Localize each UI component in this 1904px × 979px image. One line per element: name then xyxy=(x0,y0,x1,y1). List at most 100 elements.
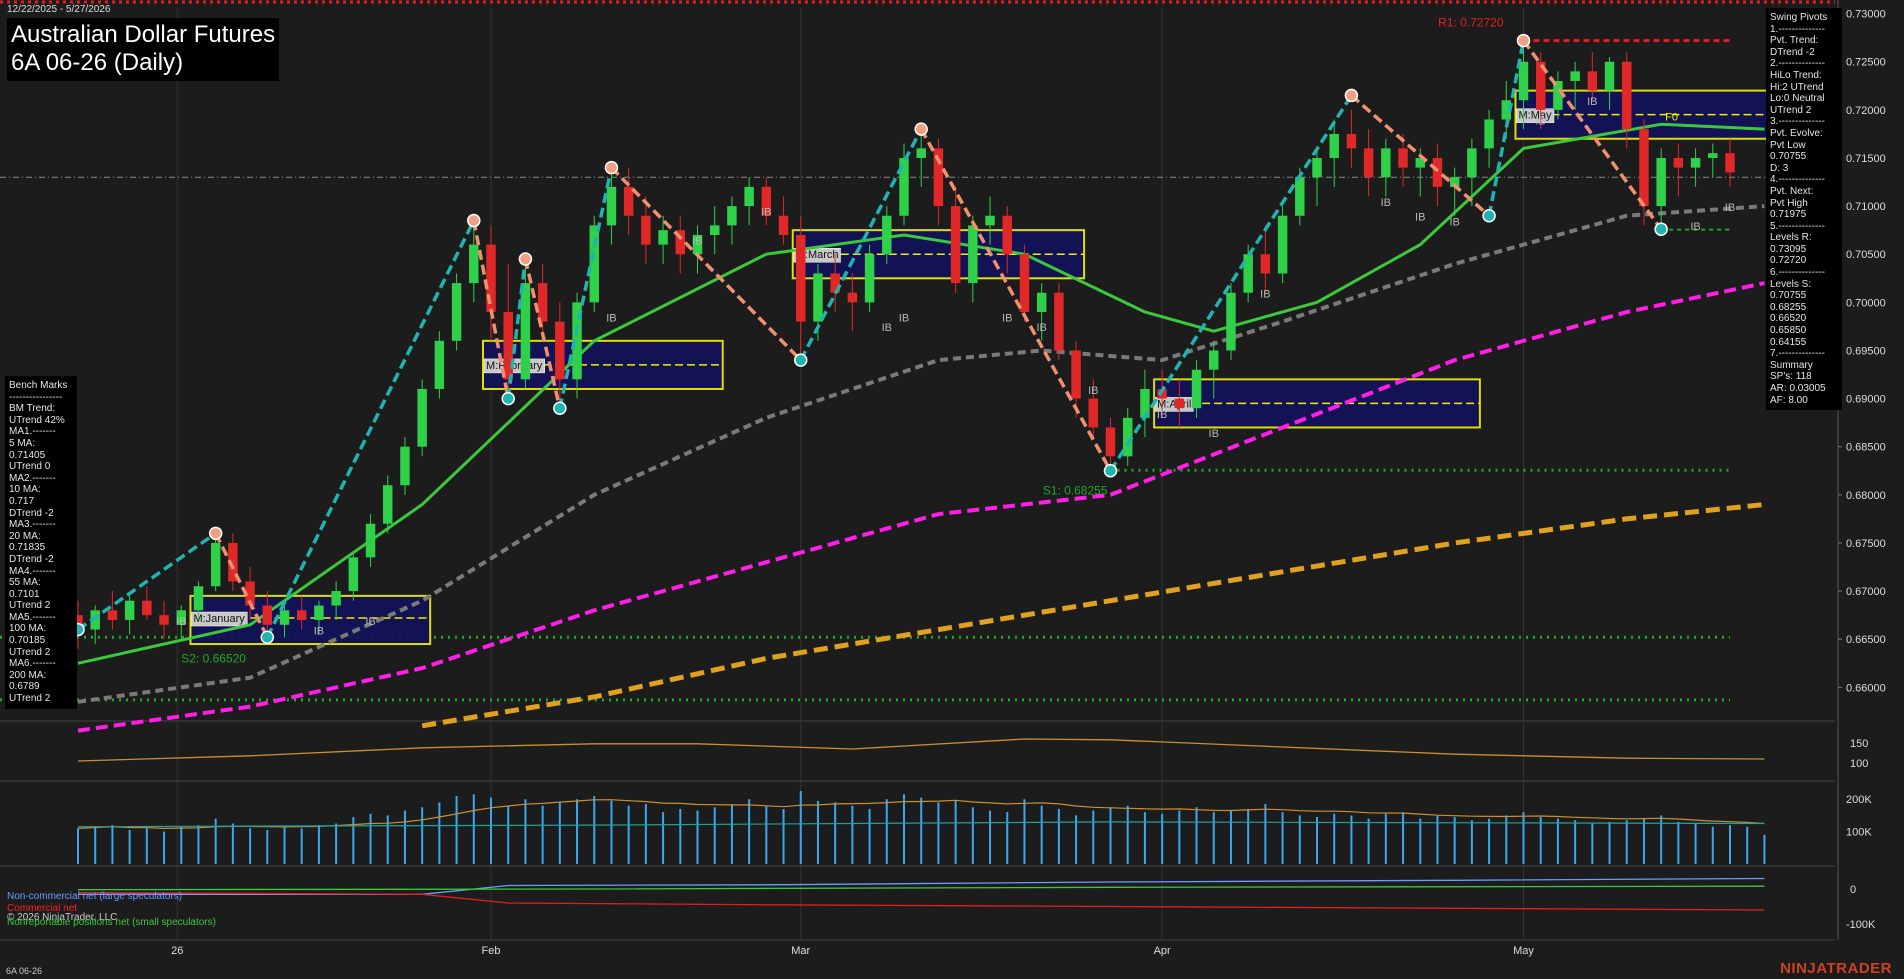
candle-body xyxy=(331,591,341,606)
panel-line: Pvt. Trend: xyxy=(1770,35,1819,47)
ib-label: IB xyxy=(314,625,324,637)
swing-pivot-marker xyxy=(1654,222,1668,236)
volume-tick-label: 100K xyxy=(1846,827,1872,839)
candle-body xyxy=(1191,369,1202,409)
candle-body xyxy=(606,186,617,226)
x-tick-label: May xyxy=(1513,945,1534,957)
price-tick-label: 0.71000 xyxy=(1846,201,1886,213)
ib-label: IB xyxy=(1690,221,1700,233)
candle-body xyxy=(1570,71,1580,81)
swing-pivot-marker xyxy=(1103,464,1118,478)
price-tick-label: 0.70000 xyxy=(1846,297,1886,309)
panel-line: MA2.------- xyxy=(9,472,56,484)
candle-body xyxy=(1312,157,1322,178)
bench-marks-panel: Bench Marks ---------------- BM Trend: UTre… xyxy=(5,376,77,709)
candle-body xyxy=(1484,119,1494,149)
price-tick-label: 0.68000 xyxy=(1846,490,1886,502)
candle-body xyxy=(641,215,651,245)
chart-canvas[interactable]: 26 Feb Mar Apr May 0.66000 0.66500 0.67000 0.675… xyxy=(0,0,1904,979)
x-tick-label: Apr xyxy=(1154,945,1171,957)
candle-body xyxy=(864,254,875,303)
candle-body xyxy=(1277,215,1288,274)
swing-pivot-marker xyxy=(501,391,515,406)
ib-label: IB xyxy=(176,616,186,628)
date-range: 12/22/2025 - 5/27/2026 xyxy=(7,4,111,15)
candle-body xyxy=(296,610,307,620)
panel-line: UTrend 2 xyxy=(9,600,51,612)
candle-body xyxy=(1622,61,1632,130)
panel-line: 0.7101 xyxy=(9,588,40,600)
s1-label: S1: 0.68255 xyxy=(1043,483,1108,497)
candle-body xyxy=(1518,61,1529,101)
ib-label: IB xyxy=(692,236,702,248)
panel-line: 0.70185 xyxy=(9,635,46,647)
cot-tick-label: -100K xyxy=(1846,919,1876,931)
candle-body xyxy=(1260,254,1271,274)
candle-body xyxy=(847,292,858,303)
ib-label: IB xyxy=(761,207,771,219)
candle-body xyxy=(950,206,961,284)
month-label: M:January xyxy=(193,613,245,625)
candle-body xyxy=(916,148,926,158)
panel-line: D: 3 xyxy=(1770,162,1789,174)
panel-line: Levels S: xyxy=(1770,278,1812,290)
candle-body xyxy=(1381,148,1391,178)
price-tick-label: 0.69000 xyxy=(1846,394,1886,406)
panel-line: Pvt. Evolve: xyxy=(1770,127,1823,139)
candle-body xyxy=(709,225,720,235)
candle-body xyxy=(1054,292,1064,351)
candle-body xyxy=(434,340,445,389)
panel-line: 0.71405 xyxy=(9,449,46,461)
price-tick-label: 0.66000 xyxy=(1846,682,1886,694)
panel-line: 5.-------------- xyxy=(1770,220,1825,232)
candle-body xyxy=(348,557,359,592)
cot-tick-label: 0 xyxy=(1850,884,1856,896)
panel-line: 20 MA: xyxy=(9,530,41,542)
panel-line: UTrend 42% xyxy=(9,414,65,426)
swing-pivot-marker xyxy=(553,401,567,415)
candle-body xyxy=(1209,350,1219,370)
candle-body xyxy=(520,283,531,380)
price-tick-label: 0.72500 xyxy=(1846,57,1886,69)
panel-line: 1.-------------- xyxy=(1770,23,1825,35)
ib-label: IB xyxy=(1536,115,1546,127)
price-tick-label: 0.68500 xyxy=(1846,442,1886,454)
panel-line: MA4.------- xyxy=(9,565,56,577)
candle-body xyxy=(1639,129,1649,207)
panel-line: MA3.------- xyxy=(9,519,56,531)
panel-line: Levels R: xyxy=(1770,232,1812,244)
ib-label: IB xyxy=(1449,216,1459,228)
legend-noncommercial: Non-commercial net (large speculators) xyxy=(7,891,183,902)
candle-body xyxy=(383,485,393,524)
swing-pivot-marker xyxy=(794,353,808,367)
candle-body xyxy=(1329,133,1339,158)
panel-line: MA1.------- xyxy=(9,426,56,438)
candle-body xyxy=(1002,215,1012,255)
price-tick-label: 0.72000 xyxy=(1846,105,1886,117)
ib-label: IB xyxy=(1209,428,1219,440)
legend-nonreportable: Nonreportable positions net (small specu… xyxy=(7,917,216,928)
candle-body xyxy=(1226,292,1236,351)
panel-line: 0.65850 xyxy=(1770,325,1807,337)
ib-label: IB xyxy=(1725,202,1735,214)
candle-body xyxy=(1071,350,1081,399)
candle-body xyxy=(744,186,754,207)
candle-body xyxy=(503,311,513,380)
panel-line: AF: 8.00 xyxy=(1770,394,1808,406)
panel-line: 100 MA: xyxy=(9,623,47,635)
panel-line: DTrend -2 xyxy=(9,553,54,565)
candle-body xyxy=(159,615,169,625)
indicator-tick-label: 100 xyxy=(1850,758,1868,770)
panel-line: DTrend -2 xyxy=(9,507,54,519)
indicator-tick-label: 150 xyxy=(1850,738,1868,750)
candle-body xyxy=(968,225,978,284)
panel-line: Pvt. Next: xyxy=(1770,185,1814,197)
candle-body xyxy=(1467,148,1477,178)
panel-line: UTrend 2 xyxy=(9,693,51,705)
panel-line: AR: 0.03005 xyxy=(1770,383,1826,394)
candle-body xyxy=(142,600,152,616)
chart-title-box: Australian Dollar Futures 6A 06-26 (Dail… xyxy=(7,18,280,81)
panel-line: 2.-------------- xyxy=(1770,58,1825,70)
ib-label: IB xyxy=(606,313,616,325)
candle-body xyxy=(469,244,479,284)
